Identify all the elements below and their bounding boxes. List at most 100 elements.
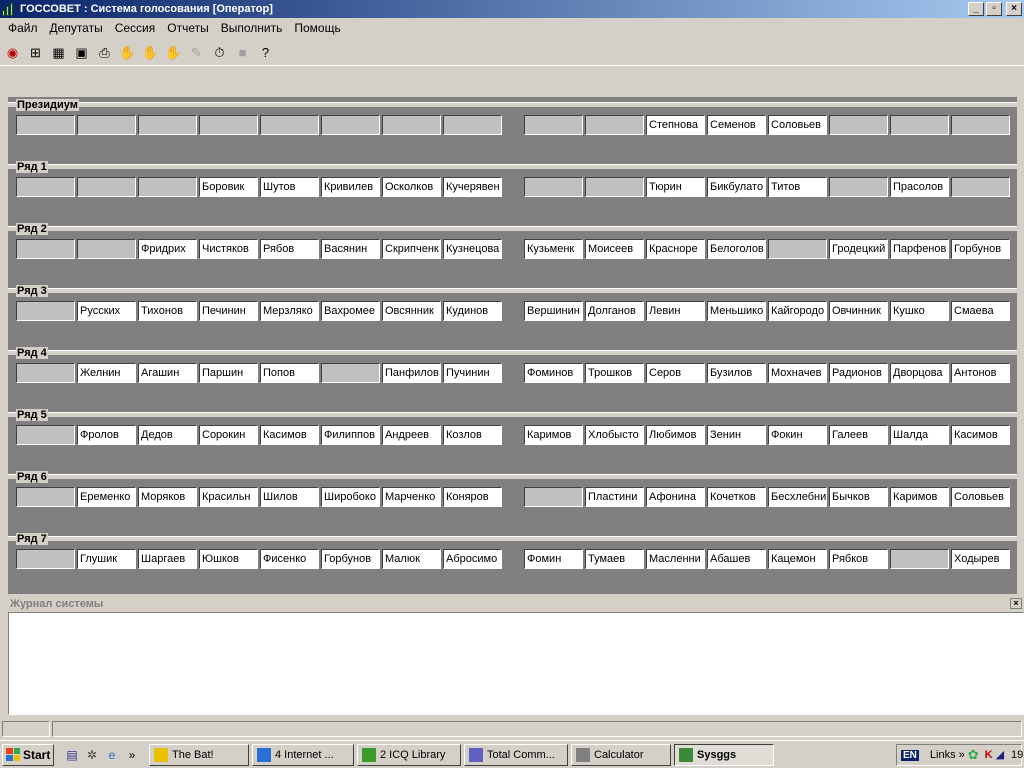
seat-deputy[interactable]: Фоминов	[524, 363, 583, 383]
quick-launch-more[interactable]: »	[124, 747, 140, 763]
seat-empty[interactable]	[443, 115, 502, 135]
seat-deputy[interactable]: Тумаев	[585, 549, 644, 569]
seat-deputy[interactable]: Горбунов	[951, 239, 1010, 259]
seat-deputy[interactable]: Гродецкий	[829, 239, 888, 259]
seat-deputy[interactable]: Галеев	[829, 425, 888, 445]
volume-tray-icon[interactable]: ◢	[996, 748, 1004, 762]
seat-empty[interactable]	[585, 115, 644, 135]
seat-deputy[interactable]: Пластини	[585, 487, 644, 507]
task-button[interactable]: Total Comm...	[464, 743, 568, 766]
seat-empty[interactable]	[77, 239, 136, 259]
maximize-button[interactable]: ▫	[986, 2, 1002, 16]
seat-deputy[interactable]: Смаева	[951, 301, 1010, 321]
minimize-button[interactable]: _	[968, 2, 984, 16]
seat-deputy[interactable]: Моисеев	[585, 239, 644, 259]
seat-deputy[interactable]: Радионов	[829, 363, 888, 383]
save-icon[interactable]: ▤	[64, 747, 80, 763]
seat-empty[interactable]	[16, 425, 75, 445]
seat-deputy[interactable]: Прасолов	[890, 177, 949, 197]
seat-deputy[interactable]: Еременко	[77, 487, 136, 507]
seat-deputy[interactable]: Фридрих	[138, 239, 197, 259]
links-more[interactable]: »	[959, 749, 965, 761]
seat-deputy[interactable]: Парфенов	[890, 239, 949, 259]
menu-item-4[interactable]: Выполнить	[215, 21, 289, 35]
seat-deputy[interactable]: Рябков	[829, 549, 888, 569]
log-close-button[interactable]: ×	[1010, 598, 1022, 609]
seat-deputy[interactable]: Паршин	[199, 363, 258, 383]
seat-deputy[interactable]: Бесхлебни	[768, 487, 827, 507]
start-button[interactable]: Start	[2, 743, 54, 766]
seat-deputy[interactable]: Антонов	[951, 363, 1010, 383]
seat-deputy[interactable]: Абашев	[707, 549, 766, 569]
seat-empty[interactable]	[890, 115, 949, 135]
seat-empty[interactable]	[260, 115, 319, 135]
seat-deputy[interactable]: Вахромее	[321, 301, 380, 321]
seat-empty[interactable]	[16, 301, 75, 321]
seat-deputy[interactable]: Фисенко	[260, 549, 319, 569]
seat-deputy[interactable]: Вершинин	[524, 301, 583, 321]
seat-deputy[interactable]: Кривилев	[321, 177, 380, 197]
seat-deputy[interactable]: Шутов	[260, 177, 319, 197]
seat-deputy[interactable]: Пучинин	[443, 363, 502, 383]
seat-deputy[interactable]: Попов	[260, 363, 319, 383]
task-button[interactable]: Calculator	[571, 743, 671, 766]
seat-empty[interactable]	[382, 115, 441, 135]
menu-item-0[interactable]: Файл	[2, 21, 44, 35]
seat-empty[interactable]	[524, 487, 583, 507]
task-button[interactable]: 4 Internet ...	[252, 743, 354, 766]
seat-deputy[interactable]: Мерзляко	[260, 301, 319, 321]
antivirus-tray-icon[interactable]: K	[985, 748, 993, 762]
seat-deputy[interactable]: Печинин	[199, 301, 258, 321]
seat-empty[interactable]	[768, 239, 827, 259]
seat-deputy[interactable]: Серов	[646, 363, 705, 383]
seat-deputy[interactable]: Кузьменк	[524, 239, 583, 259]
seat-deputy[interactable]: Чистяков	[199, 239, 258, 259]
monitor-icon[interactable]: ▣	[72, 43, 91, 62]
seat-empty[interactable]	[524, 115, 583, 135]
seat-deputy[interactable]: Шалда	[890, 425, 949, 445]
seat-empty[interactable]	[829, 177, 888, 197]
seat-deputy[interactable]: Скрипченк	[382, 239, 441, 259]
seat-deputy[interactable]: Титов	[768, 177, 827, 197]
seat-deputy[interactable]: Сорокин	[199, 425, 258, 445]
help-icon[interactable]: ?	[256, 43, 275, 62]
seat-empty[interactable]	[77, 177, 136, 197]
seat-deputy[interactable]: Абросимо	[443, 549, 502, 569]
seat-deputy[interactable]: Тихонов	[138, 301, 197, 321]
seat-deputy[interactable]: Хлобысто	[585, 425, 644, 445]
seat-deputy[interactable]: Левин	[646, 301, 705, 321]
seat-deputy[interactable]: Марченко	[382, 487, 441, 507]
seat-empty[interactable]	[16, 363, 75, 383]
seat-deputy[interactable]: Малюк	[382, 549, 441, 569]
seat-deputy[interactable]: Горбунов	[321, 549, 380, 569]
seat-empty[interactable]	[16, 177, 75, 197]
icq-tray-icon[interactable]: ✿	[968, 748, 979, 762]
seat-deputy[interactable]: Любимов	[646, 425, 705, 445]
menu-item-2[interactable]: Сессия	[109, 21, 162, 35]
seat-empty[interactable]	[16, 115, 75, 135]
seat-empty[interactable]	[951, 177, 1010, 197]
links-label[interactable]: Links	[930, 749, 956, 761]
seat-deputy[interactable]: Фролов	[77, 425, 136, 445]
seat-deputy[interactable]: Фокин	[768, 425, 827, 445]
seat-deputy[interactable]: Андреев	[382, 425, 441, 445]
menu-item-1[interactable]: Депутаты	[44, 21, 109, 35]
task-button[interactable]: The Bat!	[149, 743, 249, 766]
tree-icon[interactable]: ⊞	[26, 43, 45, 62]
seat-deputy[interactable]: Рябов	[260, 239, 319, 259]
document-image-icon[interactable]: ▦	[49, 43, 68, 62]
seat-deputy[interactable]: Русских	[77, 301, 136, 321]
seat-deputy[interactable]: Афонина	[646, 487, 705, 507]
seat-empty[interactable]	[890, 549, 949, 569]
seat-deputy[interactable]: Дворцова	[890, 363, 949, 383]
seat-deputy[interactable]: Кочетков	[707, 487, 766, 507]
seat-empty[interactable]	[138, 115, 197, 135]
close-button[interactable]: ×	[1006, 2, 1022, 16]
seat-deputy[interactable]: Масленни	[646, 549, 705, 569]
seat-deputy[interactable]: Меньшико	[707, 301, 766, 321]
seat-deputy[interactable]: Шилов	[260, 487, 319, 507]
seat-deputy[interactable]: Красноре	[646, 239, 705, 259]
seat-deputy[interactable]: Глушик	[77, 549, 136, 569]
seat-empty[interactable]	[16, 487, 75, 507]
seat-deputy[interactable]: Широбоко	[321, 487, 380, 507]
